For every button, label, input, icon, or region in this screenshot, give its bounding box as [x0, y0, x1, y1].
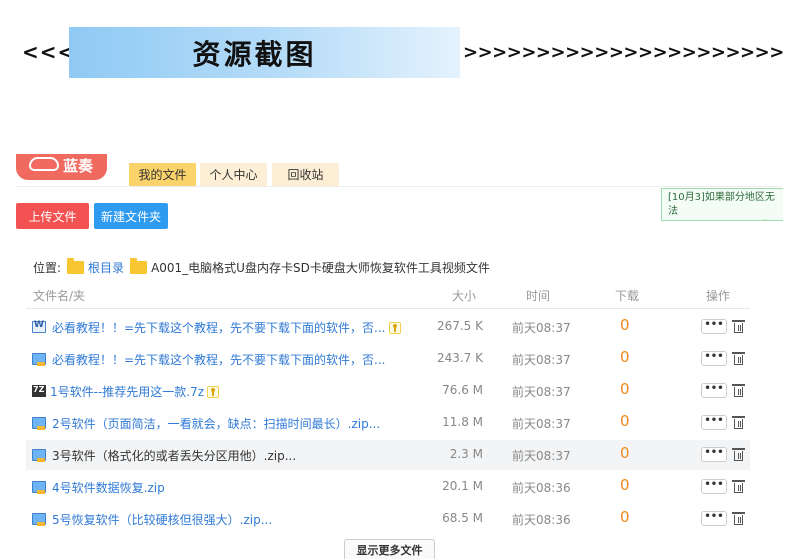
trash-icon[interactable]	[732, 480, 745, 493]
file-time: 前天08:36	[512, 513, 571, 527]
banner-left-arrows: <<<	[22, 40, 76, 64]
file-time: 前天08:37	[512, 449, 571, 463]
file-time: 前天08:37	[512, 417, 571, 431]
zip-file-icon	[32, 513, 46, 526]
download-count: 0	[620, 348, 630, 366]
banner-right-arrows: >>>>>>>>>>>>>>>>>>>>>>	[463, 42, 784, 63]
header-divider	[16, 186, 780, 187]
7z-file-icon	[32, 385, 46, 397]
upload-button[interactable]: 上传文件	[16, 203, 89, 229]
breadcrumb-label: 位置:	[33, 260, 62, 275]
zip-file-icon	[32, 417, 46, 430]
trash-icon[interactable]	[732, 416, 745, 429]
folder-icon	[67, 257, 85, 274]
file-size: 76.6 M	[442, 383, 483, 397]
table-row[interactable]: 4号软件数据恢复.zip 20.1 M 前天08:36 0 •••	[26, 472, 750, 502]
header-actions: 操作	[706, 289, 731, 303]
table-row[interactable]: 5号恢复软件（比较硬核但很强大）.zip... 68.5 M 前天08:36 0…	[26, 504, 750, 534]
more-actions-button[interactable]: •••	[701, 351, 727, 366]
zip-file-icon	[32, 353, 46, 366]
trash-icon[interactable]	[732, 448, 745, 461]
cloud-icon	[29, 157, 59, 171]
table-row[interactable]: 必看教程！！=先下载这个教程，先不要下载下面的软件，否... 267.5 K 前…	[26, 312, 750, 342]
file-size: 2.3 M	[449, 447, 483, 461]
download-count: 0	[620, 476, 630, 494]
lanzou-logo[interactable]: 蓝奏	[16, 154, 107, 180]
file-time: 前天08:37	[512, 353, 571, 367]
file-size: 243.7 K	[436, 351, 483, 365]
tab-profile[interactable]: 个人中心	[200, 163, 267, 186]
table-row[interactable]: 3号软件（格式化的或者丢失分区用他）.zip... 2.3 M 前天08:37 …	[26, 440, 750, 470]
file-time: 前天08:37	[512, 385, 571, 399]
trash-icon[interactable]	[732, 320, 745, 333]
trash-icon[interactable]	[732, 352, 745, 365]
banner-title: 资源截图	[192, 37, 317, 71]
header-name: 文件名/夹	[33, 289, 86, 303]
header-size: 大小	[452, 289, 477, 303]
pin-icon	[207, 386, 220, 398]
table-row[interactable]: 2号软件（页面简洁，一看就会，缺点：扫描时间最长）.zip... 11.8 M …	[26, 408, 750, 438]
download-count: 0	[620, 316, 630, 334]
zip-file-icon	[32, 449, 46, 462]
folder-icon	[130, 257, 148, 274]
more-actions-button[interactable]: •••	[701, 415, 727, 430]
zip-file-icon	[32, 481, 46, 494]
more-actions-button[interactable]: •••	[701, 511, 727, 526]
download-count: 0	[620, 508, 630, 526]
notice-banner[interactable]: [10月3]如果部分地区无法 取X	[661, 188, 783, 221]
file-name[interactable]: 2号软件（页面简洁，一看就会，缺点：扫描时间最长）.zip...	[52, 415, 380, 432]
more-actions-button[interactable]: •••	[701, 447, 727, 462]
download-count: 0	[620, 444, 630, 462]
file-name[interactable]: 5号恢复软件（比较硬核但很强大）.zip...	[52, 511, 272, 528]
table-row[interactable]: 必看教程！！=先下载这个教程，先不要下载下面的软件，否... 243.7 K 前…	[26, 344, 750, 374]
word-doc-icon	[32, 320, 46, 333]
new-folder-button[interactable]: 新建文件夹	[94, 203, 168, 229]
notice-line-1: [10月3]如果部分地区无法	[668, 192, 775, 217]
file-size: 68.5 M	[442, 511, 483, 525]
logo-text: 蓝奏	[63, 157, 94, 175]
trash-icon[interactable]	[732, 384, 745, 397]
download-count: 0	[620, 380, 630, 398]
file-name[interactable]: 必看教程！！=先下载这个教程，先不要下载下面的软件，否...	[52, 351, 386, 368]
breadcrumb: 位置: 根目录 A001_电脑格式U盘内存卡SD卡硬盘大师恢复软件工具视频文件	[33, 257, 490, 276]
banner-title-box: 资源截图	[69, 27, 460, 78]
file-size: 267.5 K	[436, 319, 483, 333]
show-more-files-button[interactable]: 显示更多文件	[344, 539, 435, 559]
table-row[interactable]: 1号软件--推荐先用这一款.7z 76.6 M 前天08:37 0 •••	[26, 376, 750, 406]
header-time: 时间	[526, 289, 551, 303]
more-actions-button[interactable]: •••	[701, 479, 727, 494]
file-name: 1号软件--推荐先用这一款.7z	[50, 385, 205, 399]
file-name: 必看教程！！=先下载这个教程，先不要下载下面的软件，否...	[52, 321, 386, 335]
breadcrumb-current: A001_电脑格式U盘内存卡SD卡硬盘大师恢复软件工具视频文件	[151, 260, 490, 275]
download-count: 0	[620, 412, 630, 430]
file-name-link[interactable]: 1号软件--推荐先用这一款.7z	[50, 383, 220, 400]
notice-line-2: 取X	[668, 219, 783, 220]
file-name-link[interactable]: 必看教程！！=先下载这个教程，先不要下载下面的软件，否...	[52, 319, 401, 336]
file-size: 20.1 M	[442, 479, 483, 493]
trash-icon[interactable]	[732, 512, 745, 525]
pin-icon	[388, 322, 401, 334]
breadcrumb-root-link[interactable]: 根目录	[88, 259, 124, 276]
header-downloads: 下载	[615, 289, 640, 303]
more-actions-button[interactable]: •••	[701, 319, 727, 334]
tab-recycle-bin[interactable]: 回收站	[272, 163, 339, 186]
file-time: 前天08:36	[512, 481, 571, 495]
tab-my-files[interactable]: 我的文件	[129, 163, 196, 186]
file-size: 11.8 M	[442, 415, 483, 429]
file-name[interactable]: 3号软件（格式化的或者丢失分区用他）.zip...	[52, 447, 296, 464]
file-name[interactable]: 4号软件数据恢复.zip	[52, 479, 165, 496]
file-time: 前天08:37	[512, 321, 571, 335]
more-actions-button[interactable]: •••	[701, 383, 727, 398]
table-header: 文件名/夹 大小 时间 下载 操作	[26, 283, 750, 309]
